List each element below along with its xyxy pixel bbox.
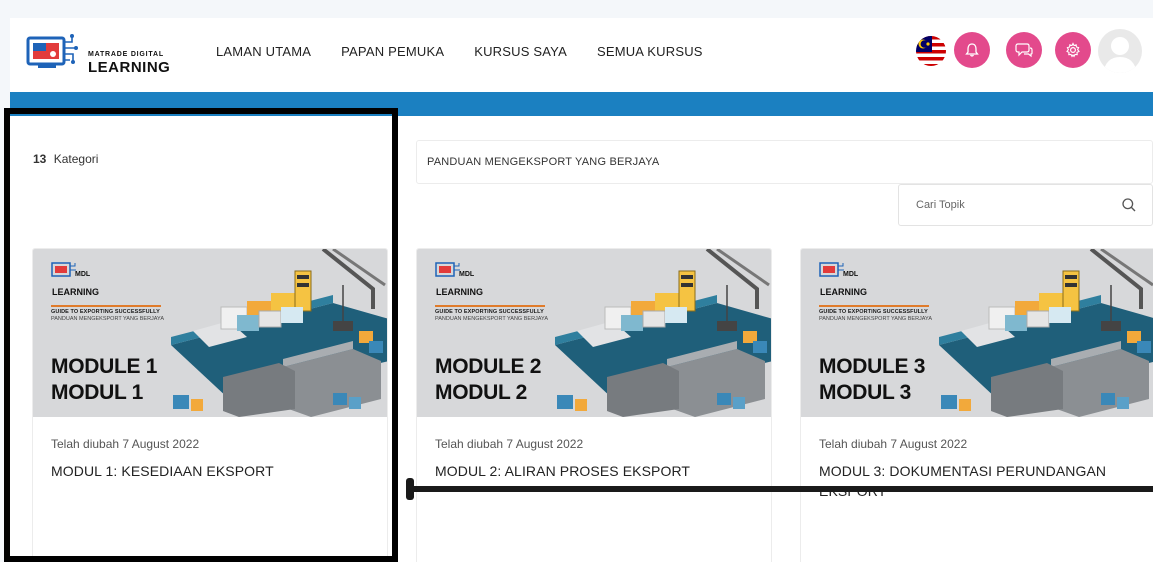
search-icon[interactable] — [1121, 197, 1137, 213]
nav-laman-utama[interactable]: LAMAN UTAMA — [216, 44, 311, 59]
mdl-logo-icon: MDL LEARNING — [819, 262, 867, 297]
user-avatar[interactable] — [1098, 29, 1142, 73]
user-avatar-icon — [1103, 37, 1137, 73]
malaysia-flag-icon[interactable] — [916, 36, 946, 66]
gear-icon — [1066, 42, 1080, 58]
thumb-panduan-text: PANDUAN MENGEKSPORT YANG BERJAYA — [819, 316, 932, 322]
breadcrumb-label[interactable]: PANDUAN MENGEKSPORT YANG BERJAYA — [427, 156, 659, 168]
course-thumbnail[interactable]: MDL LEARNING GUIDE TO EXPORTING SUCCESSF… — [801, 249, 1153, 417]
card-modified-date: Telah diubah 7 August 2022 — [819, 437, 968, 451]
thumb-guide-text: GUIDE TO EXPORTING SUCCESSFULLY — [819, 309, 928, 315]
bell-icon — [965, 43, 979, 57]
messages-button[interactable] — [1006, 32, 1042, 68]
thumb-divider — [819, 305, 929, 307]
mdl-logo-icon: MDL LEARNING — [435, 262, 483, 297]
course-card-2[interactable]: MDL LEARNING GUIDE TO EXPORTING SUCCESSF… — [416, 248, 772, 562]
notification-button[interactable] — [954, 32, 990, 68]
thumb-modul-text: MODUL 2 — [435, 381, 528, 404]
thumb-mdl-text: MDL — [843, 271, 859, 278]
thumb-modul-text: MODUL 3 — [819, 381, 912, 404]
nav-semua-kursus[interactable]: SEMUA KURSUS — [597, 44, 703, 59]
settings-button[interactable] — [1055, 32, 1091, 68]
thumb-divider — [435, 305, 545, 307]
thumb-module-text: MODULE 2 — [435, 355, 542, 378]
card-modified-date: Telah diubah 7 August 2022 — [435, 437, 584, 451]
thumb-panduan-text: PANDUAN MENGEKSPORT YANG BERJAYA — [435, 316, 548, 322]
chat-icon — [1015, 43, 1033, 58]
search-input[interactable] — [899, 185, 1109, 225]
logo-mark-icon — [26, 34, 78, 68]
highlight-box — [4, 108, 398, 562]
logo-small-text: MATRADE DIGITAL — [88, 51, 164, 58]
thumb-brand-text: LEARNING — [820, 287, 867, 297]
nav-kursus-saya[interactable]: KURSUS SAYA — [474, 44, 567, 59]
course-card-3[interactable]: MDL LEARNING GUIDE TO EXPORTING SUCCESSF… — [800, 248, 1153, 562]
breadcrumb: PANDUAN MENGEKSPORT YANG BERJAYA — [416, 140, 1153, 184]
search-box — [898, 184, 1153, 226]
card-title[interactable]: MODUL 3: DOKUMENTASI PERUNDANGAN EKSPORT — [819, 461, 1149, 501]
main-nav: LAMAN UTAMA PAPAN PEMUKA KURSUS SAYA SEM… — [216, 44, 703, 59]
top-header: MATRADE DIGITAL LEARNING LAMAN UTAMA PAP… — [10, 18, 1153, 92]
nav-papan-pemuka[interactable]: PAPAN PEMUKA — [341, 44, 444, 59]
thumb-guide-text: GUIDE TO EXPORTING SUCCESSFULLY — [435, 309, 544, 315]
site-logo[interactable]: MATRADE DIGITAL LEARNING — [26, 28, 176, 78]
thumb-mdl-text: MDL — [459, 271, 475, 278]
thumb-brand-text: LEARNING — [436, 287, 483, 297]
logo-big-text: LEARNING — [88, 59, 171, 76]
annotation-line — [411, 486, 1153, 492]
thumb-module-text: MODULE 3 — [819, 355, 926, 378]
card-title[interactable]: MODUL 2: ALIRAN PROSES EKSPORT — [435, 461, 765, 481]
course-thumbnail[interactable]: MDL LEARNING GUIDE TO EXPORTING SUCCESSF… — [417, 249, 771, 417]
